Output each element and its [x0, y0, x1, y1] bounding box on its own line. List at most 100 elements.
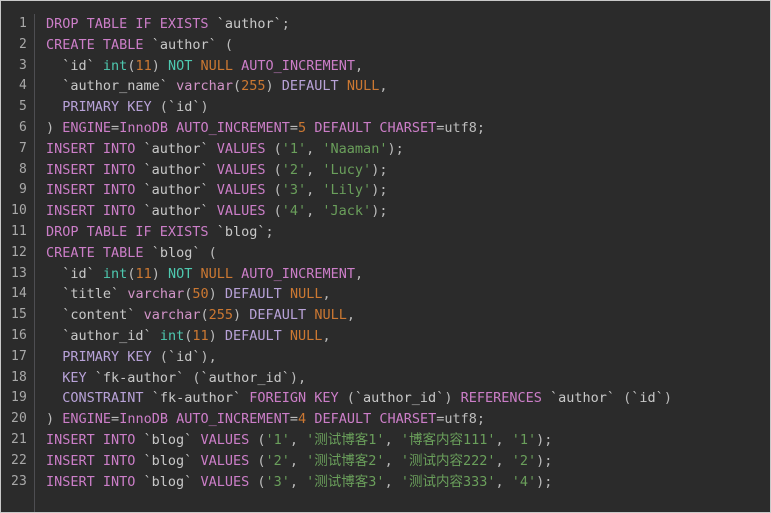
token-kw: CREATE TABLE — [46, 244, 144, 261]
token-punc: , — [306, 161, 323, 178]
token-str: 'Naaman' — [322, 140, 388, 157]
line-number: 3 — [18, 57, 27, 73]
code-line[interactable]: DROP TABLE IF EXISTS `blog`; — [46, 222, 770, 243]
token-kw: VALUES — [216, 203, 266, 220]
token-ident: `id` — [167, 348, 201, 365]
token-punc: ( — [249, 473, 266, 490]
token-str: '1' — [265, 431, 290, 448]
token-kw: VALUES — [200, 452, 250, 469]
token-kw2: CONSTRAINT — [62, 390, 144, 407]
line-number: 20 — [10, 411, 27, 427]
token-punc: , — [495, 431, 512, 448]
token-kw: INSERT INTO — [46, 473, 136, 490]
token-str: '4' — [511, 473, 537, 490]
token-fn: int — [159, 327, 185, 344]
token-type: varchar — [143, 307, 201, 324]
line-number-gutter: 1 2 3 4 5 6 7 8 9 10 11 12 13 14 15 16 17 18 19 20 21 22 23 — [1, 14, 35, 512]
code-line[interactable]: `id` int(11) NOT NULL AUTO_INCREMENT, — [46, 264, 770, 285]
code-line[interactable]: `id` int(11) NOT NULL AUTO_INCREMENT, — [46, 56, 770, 77]
code-line[interactable]: CONSTRAINT `fk-author` FOREIGN KEY (`aut… — [46, 388, 770, 409]
line-number: 4 — [18, 78, 27, 94]
code-line[interactable]: PRIMARY KEY (`id`) — [46, 97, 770, 118]
code-content-area[interactable]: DROP TABLE IF EXISTS `author`; CREATE TAB… — [35, 14, 770, 512]
token-const: NULL — [314, 307, 347, 324]
token-str: '测试内容222' — [400, 452, 496, 469]
token-punc: ); — [536, 452, 553, 469]
token-punc: , — [289, 473, 307, 490]
token-ident: `author_id` — [200, 369, 290, 386]
token-kw: AUTO_INCREMENT — [176, 119, 290, 136]
token-punc: ( — [216, 36, 233, 53]
code-line[interactable]: INSERT INTO `author` VALUES ('2', 'Lucy'… — [46, 160, 770, 181]
token-punc: ) — [663, 390, 672, 407]
code-line[interactable]: `title` varchar(50) DEFAULT NULL, — [46, 284, 770, 305]
token-ident: `author` — [143, 140, 209, 157]
token-kw: AUTO_INCREMENT — [241, 265, 355, 282]
token-plain: utf8 — [444, 119, 477, 136]
code-line[interactable]: KEY `fk-author` (`author_id`), — [46, 368, 770, 389]
line-number: 1 — [18, 16, 27, 31]
code-line[interactable]: INSERT INTO `blog` VALUES ('3', '测试博客3',… — [46, 472, 770, 493]
code-line[interactable]: INSERT INTO `author` VALUES ('1', 'Naama… — [46, 139, 770, 160]
token-str: '2' — [511, 452, 537, 469]
token-str: '3' — [281, 182, 307, 199]
code-line[interactable]: CREATE TABLE `blog` ( — [46, 243, 770, 264]
code-line[interactable]: ) ENGINE=InnoDB AUTO_INCREMENT=4 DEFAULT… — [46, 409, 770, 430]
token-type: varchar — [127, 286, 185, 303]
token-punc: ; — [476, 119, 486, 136]
token-kw: DROP TABLE IF EXISTS — [46, 16, 209, 32]
token-num: 50 — [192, 286, 209, 303]
line-number: 18 — [10, 369, 27, 385]
token-punc: ( — [265, 161, 282, 178]
code-line[interactable]: `author_id` int(11) DEFAULT NULL, — [46, 326, 770, 347]
token-kw: VALUES — [216, 140, 266, 157]
token-str: '1' — [511, 431, 537, 448]
token-ident: `id` — [167, 99, 201, 116]
code-line[interactable]: INSERT INTO `blog` VALUES ('2', '测试博客2',… — [46, 451, 770, 472]
line-number: 6 — [18, 119, 27, 135]
code-line[interactable]: PRIMARY KEY (`id`), — [46, 347, 770, 368]
token-ident: `author_id` — [62, 327, 152, 344]
line-number: 11 — [10, 223, 27, 239]
code-line[interactable]: DROP TABLE IF EXISTS `author`; — [46, 14, 770, 35]
token-kw: INSERT INTO — [46, 452, 136, 469]
sql-code-editor[interactable]: 1 2 3 4 5 6 7 8 9 10 11 12 13 14 15 16 17 18 19 20 21 22 23 DR… — [0, 0, 771, 513]
code-line[interactable]: INSERT INTO `author` VALUES ('3', 'Lily'… — [46, 180, 770, 201]
token-type: varchar — [176, 78, 233, 95]
code-line[interactable]: INSERT INTO `blog` VALUES ('1', '测试博客1',… — [46, 430, 770, 451]
token-punc: ), — [289, 369, 307, 386]
code-line[interactable]: `content` varchar(255) DEFAULT NULL, — [46, 305, 770, 326]
token-ident: `author` — [143, 161, 209, 178]
code-line[interactable]: ) ENGINE=InnoDB AUTO_INCREMENT=5 DEFAULT… — [46, 118, 770, 139]
token-str: '测试博客3' — [306, 473, 385, 490]
token-ident: `author_name` — [62, 78, 168, 95]
token-punc: ); — [371, 203, 388, 220]
token-num: 11 — [192, 327, 209, 344]
token-kw2: DEFAULT — [249, 307, 307, 324]
token-punc: ( — [151, 99, 168, 116]
token-ident: `author` — [143, 182, 209, 199]
token-fn: int — [102, 265, 128, 282]
token-punc: , — [384, 473, 401, 490]
code-line[interactable]: INSERT INTO `author` VALUES ('4', 'Jack'… — [46, 201, 770, 222]
token-punc: , — [306, 140, 323, 157]
code-line[interactable]: `author_name` varchar(255) DEFAULT NULL, — [46, 76, 770, 97]
token-kw: ENGINE — [62, 411, 112, 428]
code-line[interactable]: CREATE TABLE `author` ( — [46, 35, 770, 56]
token-punc: ) — [200, 99, 209, 116]
token-kw: DEFAULT CHARSET — [314, 411, 437, 428]
token-punc: ) — [265, 78, 282, 95]
token-punc: ( — [249, 431, 266, 448]
